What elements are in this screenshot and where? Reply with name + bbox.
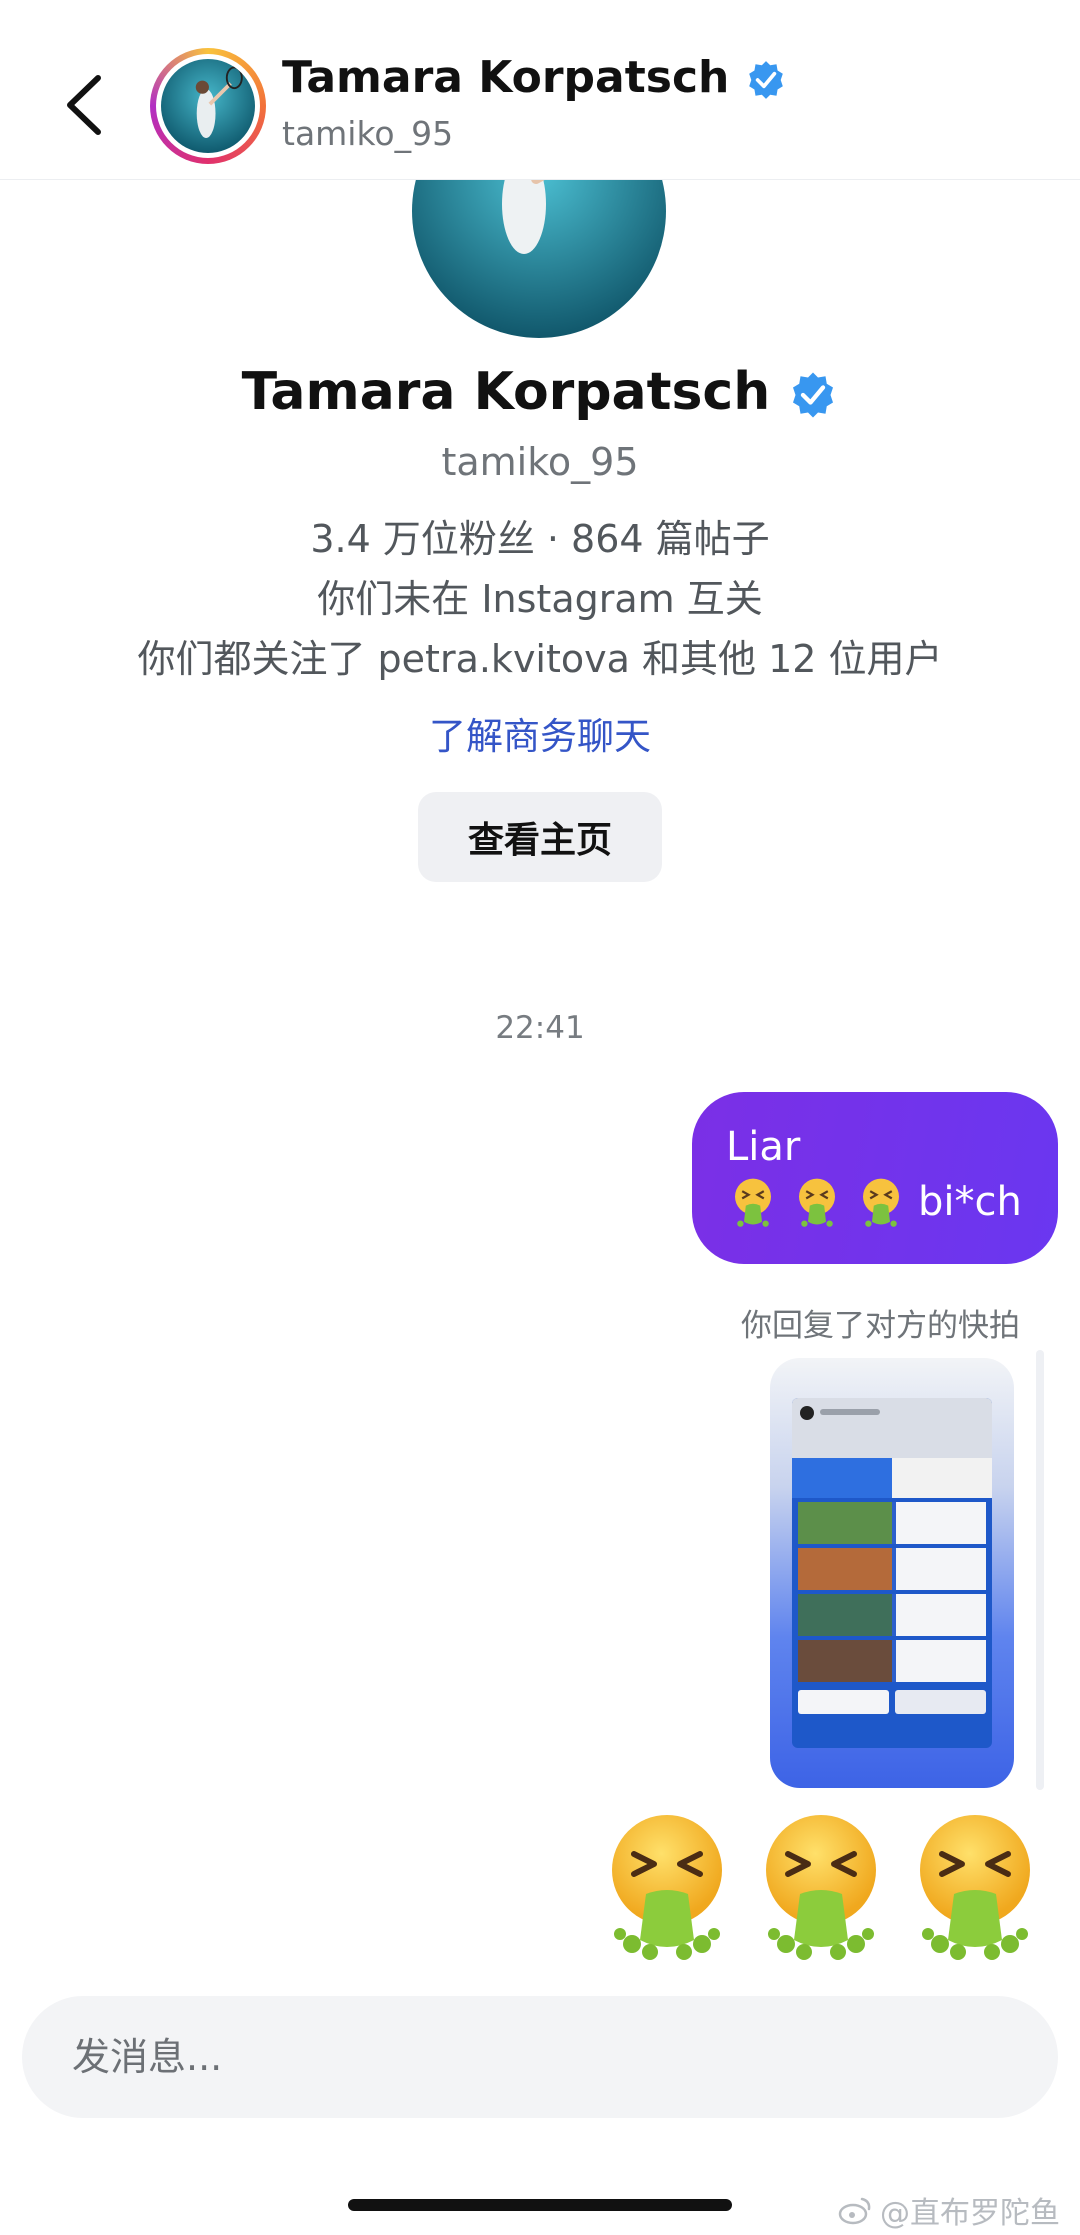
scrollbar[interactable] — [1036, 1350, 1044, 1790]
message-composer — [22, 1996, 1058, 2118]
weibo-icon — [838, 2197, 871, 2225]
business-chat-link[interactable]: 了解商务聊天 — [0, 706, 1080, 760]
chevron-left-icon — [67, 75, 101, 135]
sent-message-bubble[interactable]: Liar bi*ch — [692, 1092, 1058, 1264]
message-input[interactable] — [72, 2035, 972, 2079]
vomiting-face-icon[interactable] — [756, 1812, 886, 1962]
home-indicator — [348, 2199, 732, 2211]
vomiting-face-icon — [863, 1178, 899, 1227]
profile-stats: 3.4 万位粉丝 · 864 篇帖子 — [310, 517, 770, 561]
verified-badge-icon — [748, 61, 783, 99]
message-line-2-text: bi*ch — [918, 1179, 1022, 1225]
vomiting-face-icon[interactable] — [910, 1812, 1040, 1962]
watermark: @直布罗陀鱼 — [838, 2188, 1060, 2232]
mutual-follows: 你们都关注了 petra.kvitova 和其他 12 位用户 — [137, 637, 943, 681]
header-avatar[interactable] — [150, 48, 266, 164]
back-button[interactable] — [60, 70, 110, 140]
watermark-text: @直布罗陀鱼 — [880, 2196, 1060, 2231]
story-thumbnail — [792, 1398, 992, 1748]
message-timestamp: 22:41 — [495, 1010, 585, 1046]
story-reply-note: 你回复了对方的快拍 — [741, 1308, 1020, 1344]
story-reply-card[interactable] — [770, 1358, 1014, 1788]
header-name-text: Tamara Korpatsch — [282, 52, 730, 103]
vomiting-face-icon — [799, 1178, 835, 1227]
mutual-status: 你们未在 Instagram 互关 — [317, 577, 763, 621]
verified-badge-icon — [793, 372, 834, 418]
profile-handle: tamiko_95 — [441, 440, 639, 484]
message-line-1: Liar — [726, 1124, 801, 1170]
profile-name-text: Tamara Korpatsch — [241, 362, 771, 422]
header-name[interactable]: Tamara Korpatsch — [282, 52, 787, 103]
message-line-2: bi*ch — [726, 1172, 1024, 1232]
header-handle: tamiko_95 — [282, 114, 454, 153]
view-profile-button[interactable]: 查看主页 — [418, 792, 662, 882]
profile-name: Tamara Korpatsch — [0, 362, 1080, 422]
chat-header: Tamara Korpatsch tamiko_95 — [0, 0, 1080, 180]
profile-photo — [161, 59, 255, 153]
vomiting-face-icon[interactable] — [602, 1812, 732, 1962]
vomiting-face-icon — [735, 1178, 771, 1227]
